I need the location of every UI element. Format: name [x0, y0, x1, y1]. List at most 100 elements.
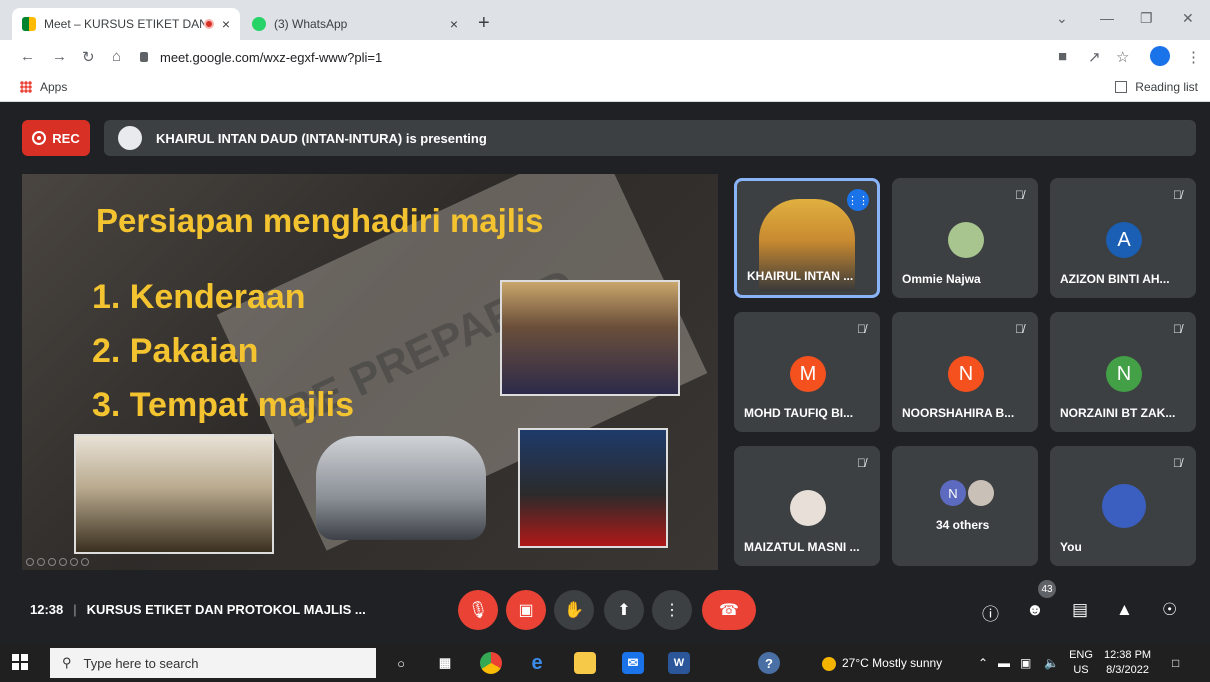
raise-hand-button[interactable]: ✋: [554, 590, 594, 630]
new-tab-button[interactable]: +: [478, 12, 490, 35]
leave-call-button[interactable]: ☎: [702, 590, 756, 630]
meeting-info-icon[interactable]: ⓘ: [982, 600, 999, 625]
participant-tile-self[interactable]: 🎙̸ You: [1050, 446, 1196, 566]
close-window-button[interactable]: ✕: [1182, 10, 1194, 27]
language-indicator[interactable]: ENG US: [1066, 648, 1096, 678]
participant-tile-presenter[interactable]: ⋮⋮ KHAIRUL INTAN ...: [734, 178, 880, 298]
share-icon[interactable]: ↗: [1088, 48, 1101, 66]
profile-avatar[interactable]: [1150, 46, 1170, 66]
meeting-time: 12:38: [30, 602, 64, 617]
participant-name: NORZAINI BT ZAK...: [1060, 406, 1176, 420]
participant-tile[interactable]: 🎙̸ Ommie Najwa: [892, 178, 1038, 298]
car-photo: [316, 436, 486, 540]
mic-muted-icon: 🎙̸: [857, 322, 866, 336]
meeting-details: 12:38 | KURSUS ETIKET DAN PROTOKOL MAJLIS …: [30, 602, 366, 617]
network-icon[interactable]: ▣: [1020, 656, 1031, 670]
participant-tile[interactable]: 🎙̸ N NORZAINI BT ZAK...: [1050, 312, 1196, 432]
meeting-title: KURSUS ETIKET DAN PROTOKOL MAJLIS ...: [86, 602, 366, 617]
windows-start-icon[interactable]: [12, 654, 28, 670]
reading-list-label: Reading list: [1135, 80, 1198, 94]
others-tile[interactable]: N 34 others: [892, 446, 1038, 566]
tab-meet-title: Meet – KURSUS ETIKET DAN: [44, 17, 204, 31]
restore-button[interactable]: ❐: [1140, 10, 1153, 27]
chat-icon[interactable]: ▤: [1072, 600, 1088, 620]
bookmark-star-icon[interactable]: ☆: [1116, 48, 1129, 66]
presenting-banner: KHAIRUL INTAN DAUD (INTAN-INTURA) is pre…: [104, 120, 1196, 156]
task-view-icon[interactable]: ▦: [434, 652, 456, 674]
clock-date: 8/3/2022: [1106, 664, 1149, 676]
participant-avatar: [948, 222, 984, 258]
forward-icon[interactable]: →: [52, 48, 67, 65]
chrome-icon[interactable]: [480, 652, 502, 674]
edge-ie-icon[interactable]: e: [526, 652, 548, 674]
reload-icon[interactable]: ↻: [82, 48, 95, 66]
file-explorer-icon[interactable]: [574, 652, 596, 674]
windows-taskbar: ⚲ Type here to search ○ ▦ e ✉ W ? 27°C M…: [0, 644, 1210, 682]
present-button[interactable]: ⬆: [604, 590, 644, 630]
tab-search-icon[interactable]: ⌄: [1056, 10, 1068, 27]
apps-shortcut[interactable]: Apps: [20, 80, 67, 94]
slide-item-3: 3. Tempat majlis: [92, 386, 355, 424]
participant-name: KHAIRUL INTAN ...: [747, 269, 854, 283]
taskbar-search[interactable]: ⚲ Type here to search: [50, 648, 376, 678]
rec-badge[interactable]: REC: [22, 120, 90, 156]
participant-tile[interactable]: 🎙̸ A AZIZON BINTI AH...: [1050, 178, 1196, 298]
search-icon: ⚲: [62, 655, 72, 670]
apps-grid-icon: [20, 81, 32, 93]
camera-off-icon: ▣: [518, 602, 534, 619]
participant-name: MAIZATUL MASNI ...: [744, 540, 860, 554]
slide-title: Persiapan menghadiri majlis: [96, 202, 544, 239]
slide-controls[interactable]: [26, 558, 89, 566]
reading-list-button[interactable]: Reading list: [1115, 80, 1198, 94]
participant-name: NOORSHAHIRA B...: [902, 406, 1015, 420]
mic-off-button[interactable]: 🎙: [458, 590, 498, 630]
mail-icon[interactable]: ✉: [622, 652, 644, 674]
reading-list-icon: [1115, 81, 1128, 93]
presentation-slide: BE PREPARED Persiapan menghadiri majlis …: [22, 174, 718, 570]
word-icon[interactable]: W: [668, 652, 690, 674]
participant-tile[interactable]: 🎙̸ MAIZATUL MASNI ...: [734, 446, 880, 566]
event-group-photo: [500, 280, 680, 396]
presenter-avatar: [118, 126, 142, 150]
tab-meet[interactable]: Meet – KURSUS ETIKET DAN ×: [12, 8, 240, 40]
back-icon[interactable]: ←: [20, 48, 35, 65]
tab-whatsapp[interactable]: (3) WhatsApp ×: [242, 8, 468, 40]
camera-off-button[interactable]: ▣: [506, 590, 546, 630]
system-clock[interactable]: 12:38 PM 8/3/2022: [1104, 648, 1151, 678]
mic-muted-icon: 🎙̸: [1173, 322, 1182, 336]
volume-icon[interactable]: 🔈: [1044, 656, 1059, 670]
participant-name: Ommie Najwa: [902, 272, 981, 286]
camera-icon[interactable]: ■: [1058, 48, 1067, 65]
people-icon[interactable]: ☻: [1026, 600, 1044, 620]
search-placeholder: Type here to search: [83, 655, 199, 671]
hand-icon: ✋: [564, 602, 584, 619]
more-options-button[interactable]: ⋮: [652, 590, 692, 630]
participant-name: MOHD TAUFIQ BI...: [744, 406, 854, 420]
more-vert-icon: ⋮: [664, 602, 680, 619]
formal-event-photo: [518, 428, 668, 548]
menu-kebab-icon[interactable]: ⋮: [1186, 48, 1201, 66]
close-tab-icon[interactable]: ×: [222, 16, 230, 32]
participant-avatar: A: [1106, 222, 1142, 258]
home-icon[interactable]: ⌂: [112, 48, 121, 65]
address-bar[interactable]: meet.google.com/wxz-egxf-www?pli=1: [140, 45, 1050, 69]
battery-icon[interactable]: ▬: [998, 656, 1010, 670]
url-text: meet.google.com/wxz-egxf-www?pli=1: [160, 49, 383, 65]
weather-widget[interactable]: 27°C Mostly sunny: [822, 656, 942, 671]
participant-tile[interactable]: 🎙̸ M MOHD TAUFIQ BI...: [734, 312, 880, 432]
participant-tile[interactable]: 🎙̸ N NOORSHAHIRA B...: [892, 312, 1038, 432]
close-tab-icon[interactable]: ×: [450, 16, 458, 32]
tray-chevron-icon[interactable]: ⌃: [978, 656, 988, 670]
participant-avatar: [968, 480, 994, 506]
meet-window: REC KHAIRUL INTAN DAUD (INTAN-INTURA) is…: [0, 102, 1210, 644]
browser-tabstrip: Meet – KURSUS ETIKET DAN × (3) WhatsApp …: [0, 0, 1210, 40]
self-avatar: [1102, 484, 1146, 528]
notifications-icon[interactable]: □: [1172, 656, 1179, 670]
cortana-icon[interactable]: ○: [390, 652, 412, 674]
recording-indicator-icon: [203, 19, 214, 29]
host-controls-icon[interactable]: ☉: [1162, 600, 1177, 620]
minimize-button[interactable]: —: [1100, 10, 1114, 26]
help-app-icon[interactable]: ?: [758, 652, 780, 674]
mic-off-icon: 🎙: [467, 602, 489, 619]
activities-icon[interactable]: ▲: [1116, 600, 1133, 620]
